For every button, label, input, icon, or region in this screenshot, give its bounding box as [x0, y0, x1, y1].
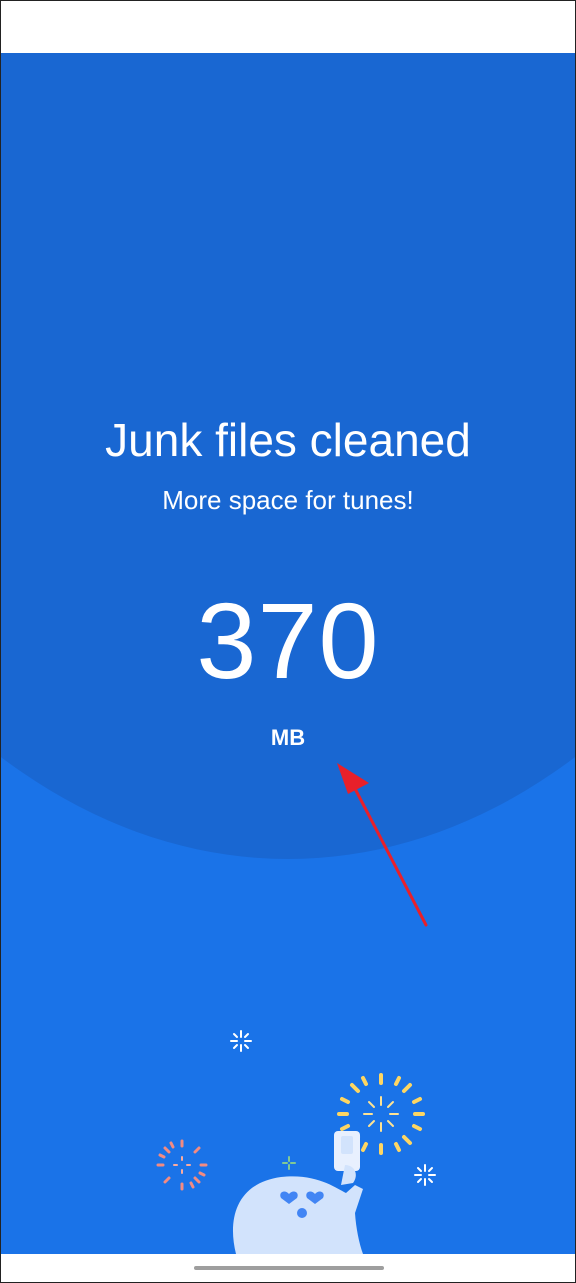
freed-amount: 370	[196, 580, 380, 701]
navigation-bar	[1, 1254, 575, 1282]
sparkle-icon	[230, 1030, 252, 1052]
celebration-illustration-icon	[156, 1030, 436, 1254]
page-subtitle: More space for tunes!	[162, 485, 414, 515]
mascot-icon	[232, 1131, 363, 1254]
status-bar	[1, 1, 575, 53]
junk-cleaned-screen: Junk files cleaned More space for tunes!…	[1, 53, 575, 1254]
red-firework-icon	[156, 1139, 208, 1191]
freed-unit: MB	[270, 725, 306, 750]
red-arrow-icon	[337, 763, 428, 927]
green-firework-icon	[282, 1156, 296, 1170]
page-title: Junk files cleaned	[105, 414, 471, 466]
home-indicator[interactable]	[194, 1266, 384, 1270]
phone-screen: Junk files cleaned More space for tunes!…	[0, 0, 576, 1283]
sparkle-icon	[414, 1164, 436, 1186]
